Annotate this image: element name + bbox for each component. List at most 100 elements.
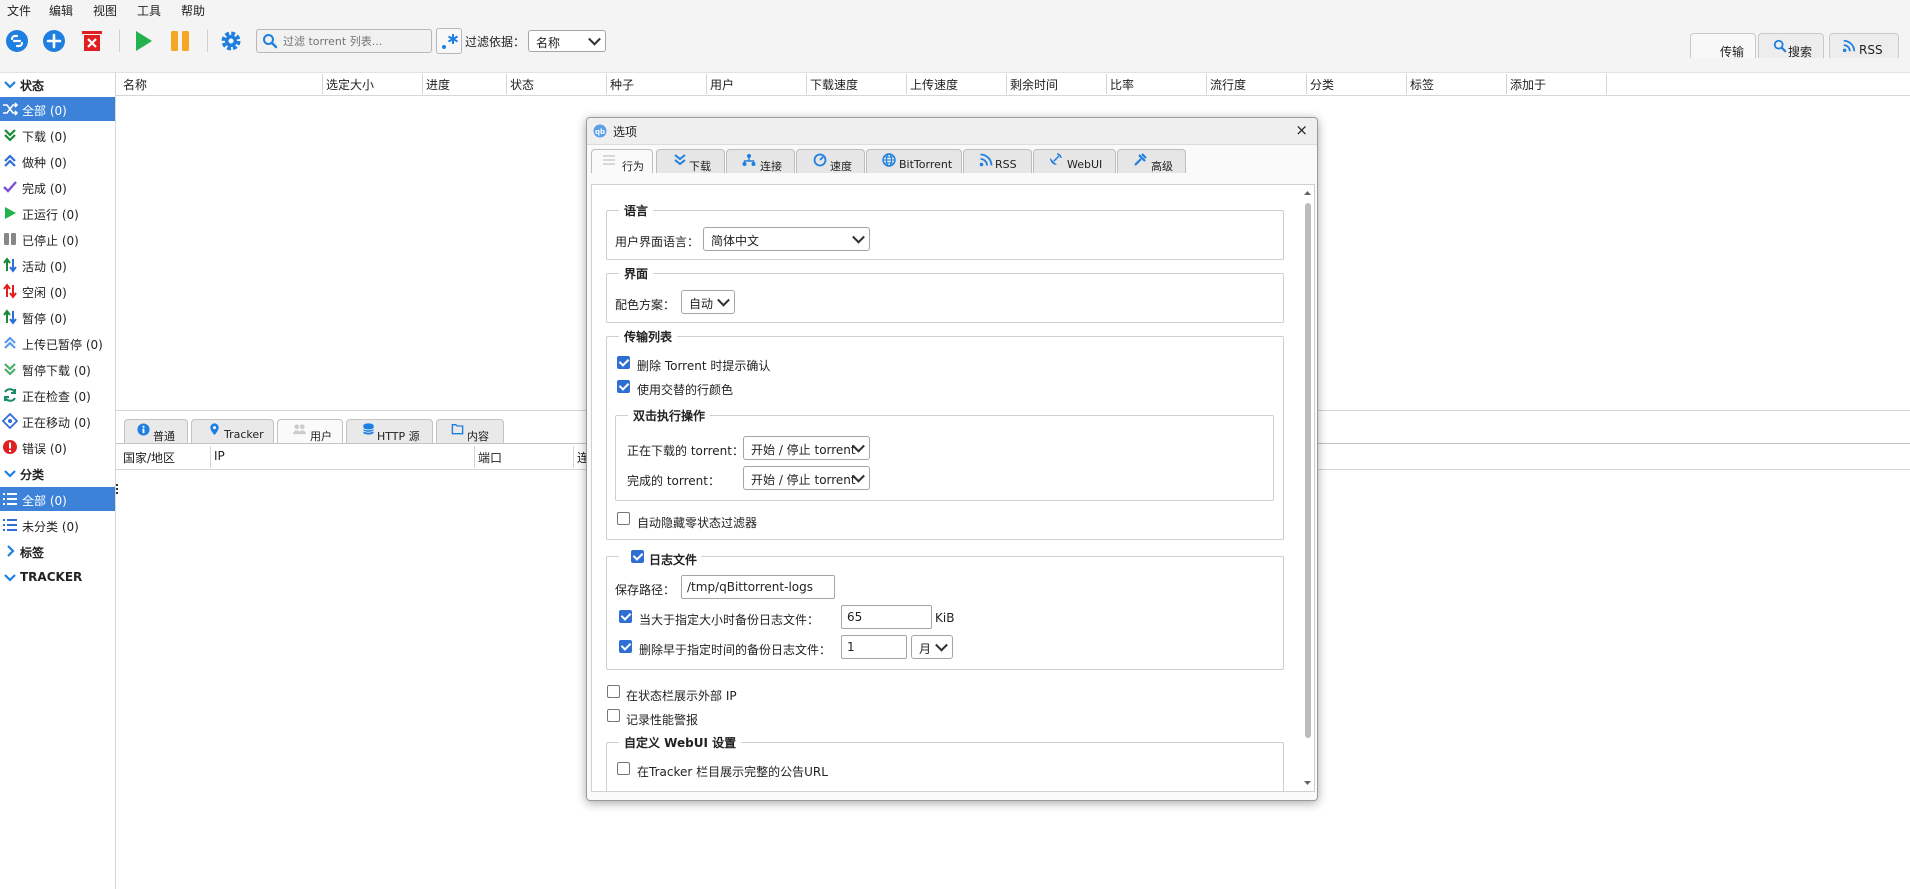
column-header-eta[interactable]: 剩余时间 [1007,74,1107,94]
status-item-completed[interactable]: 完成 (0) [0,175,115,199]
backup-size-input[interactable]: 65 [841,605,932,629]
perf-warnings-checkbox[interactable] [607,709,620,722]
backup-size-checkbox[interactable] [619,610,632,623]
chevron-down-icon [935,638,948,652]
column-header-status[interactable]: 状态 [507,74,607,94]
pause-icon[interactable] [167,28,193,54]
hide-zero-filters-checkbox[interactable] [617,512,630,525]
status-item-paused[interactable]: 暂停 (0) [0,305,115,329]
delete-older-input[interactable]: 1 [841,635,907,659]
tab-behavior[interactable]: 行为 [591,149,653,173]
column-header-peers[interactable]: 用户 [707,74,807,94]
confirm-delete-checkbox[interactable] [617,356,630,369]
tracker-section-header[interactable]: TRACKER [0,565,115,589]
dialog-title-bar[interactable]: qb 选项 × [587,118,1317,145]
ui-language-select[interactable]: 简体中文 [703,227,870,251]
tab-webui[interactable]: WebUI [1033,149,1116,173]
tab-content[interactable]: 内容 [436,419,504,443]
status-item-errored[interactable]: 错误 (0) [0,435,115,459]
column-header-selected-size[interactable]: 选定大小 [323,74,423,94]
completed-action-select[interactable]: 开始 / 停止 torrent [743,466,870,490]
chevron-down-icon [717,293,730,307]
search-input[interactable] [281,32,430,50]
status-section-header[interactable]: 状态 [0,72,115,96]
scroll-up-icon[interactable] [1303,189,1312,197]
status-item-downloading[interactable]: 下载 (0) [0,123,115,147]
tab-connection[interactable]: 连接 [726,149,795,173]
menu-tools[interactable]: 工具 [137,2,161,19]
category-item-all[interactable]: 全部 (0) [0,487,115,511]
tab-downloads[interactable]: 下载 [656,149,725,173]
add-torrent-icon[interactable] [41,28,67,54]
search-icon [263,34,278,49]
column-header-ratio[interactable]: 比率 [1107,74,1207,94]
status-item-upload-paused[interactable]: 上传已暂停 (0) [0,331,115,355]
users-icon [293,424,306,435]
status-item-seeding[interactable]: 做种 (0) [0,149,115,173]
menu-help[interactable]: 帮助 [181,2,205,19]
column-header-name[interactable]: 名称 [120,74,323,94]
delete-icon[interactable] [79,28,105,54]
show-external-ip-checkbox[interactable] [607,685,620,698]
splitter-handle[interactable] [116,484,121,494]
save-path-input[interactable]: /tmp/qBittorrent-logs [681,575,835,599]
log-file-legend: 日志文件 [649,553,698,567]
log-file-enable-checkbox[interactable] [631,550,644,563]
delete-older-unit-select[interactable]: 月 [911,635,953,659]
column-header-ip[interactable]: IP [211,446,475,468]
interface-group: 界面 配色方案： 自动 [606,265,1284,323]
alt-row-colors-checkbox[interactable] [617,380,630,393]
column-header-download-speed[interactable]: 下载速度 [807,74,907,94]
status-item-download-paused[interactable]: 暂停下载 (0) [0,357,115,381]
status-item-stopped[interactable]: 已停止 (0) [0,227,115,251]
start-icon[interactable] [130,28,156,54]
column-header-progress[interactable]: 进度 [423,74,507,94]
category-section-header[interactable]: 分类 [0,461,115,485]
column-header-seeds[interactable]: 种子 [607,74,707,94]
tab-search[interactable]: 搜索 [1758,33,1824,59]
gear-icon[interactable] [218,28,244,54]
status-item-running[interactable]: 正运行 (0) [0,201,115,225]
menu-edit[interactable]: 编辑 [49,2,73,19]
delete-older-checkbox[interactable] [619,640,632,653]
tab-rss[interactable]: RSS [1829,33,1899,58]
tab-rss[interactable]: RSS [963,149,1032,173]
tab-general[interactable]: 普通 [124,419,188,443]
column-header-tags[interactable]: 标签 [1407,74,1507,94]
status-item-active[interactable]: 活动 (0) [0,253,115,277]
tab-peers[interactable]: 用户 [277,419,343,443]
tab-tracker[interactable]: Tracker [191,419,274,443]
scroll-down-icon[interactable] [1303,779,1312,787]
menu-file[interactable]: 文件 [7,2,31,19]
tab-advanced[interactable]: 高级 [1117,149,1186,173]
satellite-icon [1050,153,1062,165]
close-icon[interactable]: × [1295,121,1308,139]
filter-by-select[interactable]: 名称 [528,30,606,52]
menu-view[interactable]: 视图 [93,2,117,19]
downloading-action-select[interactable]: 开始 / 停止 torrent [743,436,870,460]
column-header-added-on[interactable]: 添加于 [1507,74,1607,94]
column-header-port[interactable]: 端口 [475,446,574,468]
color-scheme-select[interactable]: 自动 [681,290,735,314]
status-item-moving[interactable]: 正在移动 (0) [0,409,115,433]
rss-icon [979,153,993,167]
column-header-category[interactable]: 分类 [1307,74,1407,94]
tab-speed[interactable]: 速度 [796,149,865,173]
column-header-country[interactable]: 国家/地区 [120,446,211,468]
status-item-all[interactable]: 全部 (0) [0,97,115,121]
add-link-icon[interactable] [4,28,30,54]
tab-bittorrent[interactable]: BitTorrent [866,149,962,173]
tab-http-sources[interactable]: HTTP 源 [346,419,433,443]
regex-toggle-button[interactable] [436,28,462,54]
column-header-popularity[interactable]: 流行度 [1207,74,1307,94]
tags-section-header[interactable]: 标签 [0,539,115,563]
scrollbar-thumb[interactable] [1305,203,1311,738]
network-icon [742,154,756,166]
database-icon [363,423,374,435]
tab-transfers[interactable]: 传输 [1690,33,1756,59]
status-item-inactive[interactable]: 空闲 (0) [0,279,115,303]
full-tracker-url-checkbox[interactable] [617,762,630,775]
status-item-checking[interactable]: 正在检查 (0) [0,383,115,407]
category-item-uncategorized[interactable]: 未分类 (0) [0,513,115,537]
column-header-upload-speed[interactable]: 上传速度 [907,74,1007,94]
